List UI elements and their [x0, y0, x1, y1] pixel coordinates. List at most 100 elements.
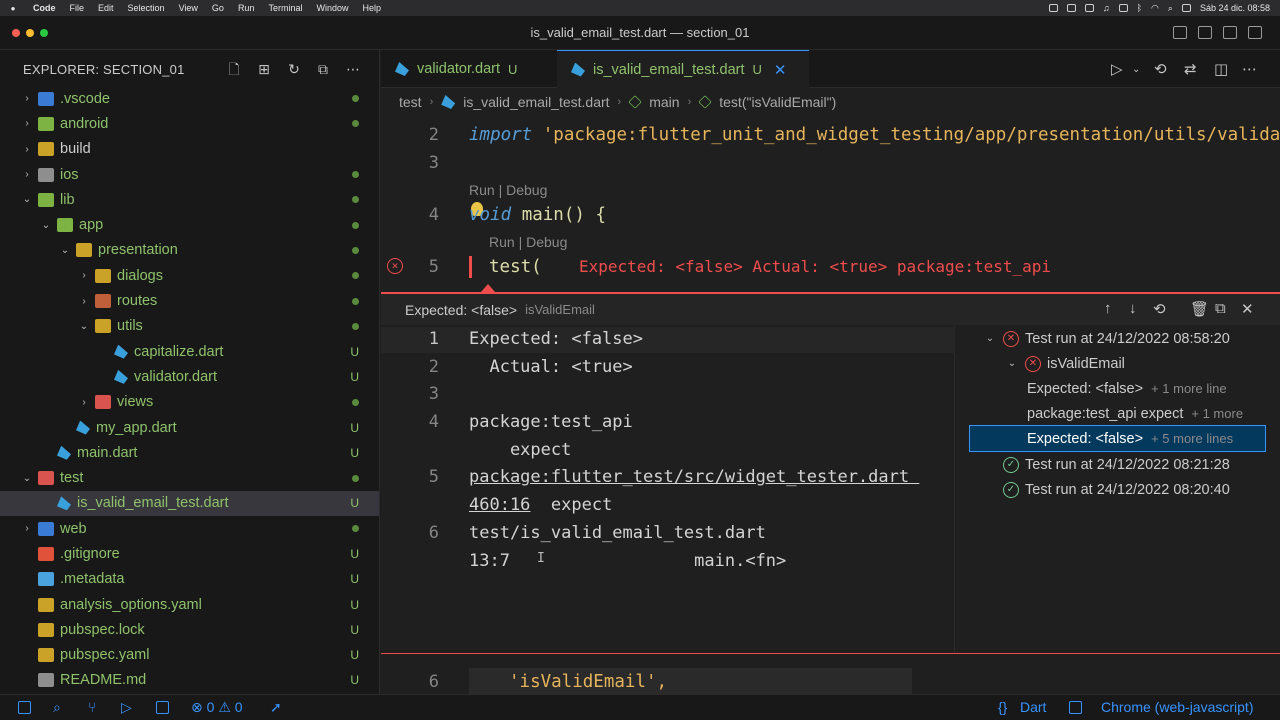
tree-item-vscode[interactable]: › .vscode	[0, 86, 379, 111]
chevron-right-icon[interactable]: ›	[77, 270, 91, 281]
run-dropdown-chevron-icon[interactable]: ⌄	[1132, 64, 1140, 75]
extensions-icon[interactable]	[156, 701, 169, 714]
tree-item-presentation[interactable]: ⌄ presentation	[0, 238, 379, 263]
control-center-icon[interactable]	[1181, 4, 1191, 12]
test-result-item[interactable]: Expected: <false> + 1 more line	[955, 376, 1265, 401]
tree-item-main-dart[interactable]: main.dart U	[0, 440, 379, 465]
chevron-right-icon[interactable]: ›	[20, 118, 34, 129]
tree-item-analysis-options-yaml[interactable]: analysis_options.yaml U	[0, 592, 379, 617]
device-target[interactable]: Chrome (web-javascript)	[1101, 699, 1253, 715]
chevron-down-icon[interactable]: ⌄	[20, 473, 34, 484]
tree-item-test[interactable]: ⌄ test	[0, 465, 379, 490]
tab-is-valid-email-test-dart[interactable]: is_valid_email_test.dart U ✕	[557, 50, 809, 88]
arrow-down-icon[interactable]: ↓	[1129, 300, 1137, 317]
menu-item-help[interactable]: Help	[355, 3, 388, 13]
arrow-up-icon[interactable]: ↑	[1104, 300, 1112, 317]
tree-item-validator-dart[interactable]: validator.dart U	[0, 364, 379, 389]
tree-item-views[interactable]: › views	[0, 390, 379, 415]
apple-icon[interactable]: ●	[0, 4, 26, 13]
peek-message-body[interactable]: 1 Expected: <false> 2 Actual: <true> 3 4 pack…	[381, 325, 955, 653]
tree-item-android[interactable]: › android	[0, 111, 379, 136]
menu-item-view[interactable]: View	[172, 3, 205, 13]
tab-validator-dart[interactable]: validator.dart U	[381, 50, 557, 88]
tree-item-pubspec-lock[interactable]: pubspec.lock U	[0, 617, 379, 642]
tree-item-web[interactable]: › web	[0, 516, 379, 541]
language-mode[interactable]: Dart	[1020, 699, 1046, 715]
search-icon[interactable]: ⌕	[53, 699, 61, 716]
chevron-right-icon[interactable]: ›	[77, 397, 91, 408]
new-file-icon[interactable]: 🗋	[225, 60, 243, 78]
menu-item-go[interactable]: Go	[205, 3, 231, 13]
menu-item-selection[interactable]: Selection	[121, 3, 172, 13]
codelens-run-debug[interactable]: Run | Debug	[469, 182, 547, 198]
tree-item-utils[interactable]: ⌄ utils	[0, 314, 379, 339]
chevron-down-icon[interactable]: ⌄	[983, 333, 997, 344]
copy-icon[interactable]	[18, 701, 31, 714]
run-debug-icon[interactable]: ▷	[121, 699, 132, 716]
chevron-right-icon[interactable]: ›	[20, 523, 34, 534]
menu-item-code[interactable]: Code	[26, 3, 63, 13]
tree-item-routes[interactable]: › routes	[0, 288, 379, 313]
customize-layout-icon[interactable]	[1248, 26, 1262, 39]
menu-item-terminal[interactable]: Terminal	[261, 3, 309, 13]
tree-item-build[interactable]: › build	[0, 137, 379, 162]
problems-status[interactable]: ⊗ 0 ⚠ 0	[191, 699, 243, 716]
tree-item-metadata[interactable]: .metadata U	[0, 567, 379, 592]
new-folder-icon[interactable]: ⊞	[255, 60, 273, 78]
tree-item-ios[interactable]: › ios	[0, 162, 379, 187]
close-tab-icon[interactable]: ✕	[774, 61, 787, 79]
bluetooth-icon[interactable]: ᛒ	[1137, 3, 1142, 13]
chevron-down-icon[interactable]: ⌄	[58, 245, 72, 256]
tree-item-dialogs[interactable]: › dialogs	[0, 263, 379, 288]
open-in-editor-icon[interactable]: ⧉	[1215, 300, 1226, 317]
chevron-right-icon[interactable]: ›	[20, 169, 34, 180]
chevron-down-icon[interactable]: ⌄	[20, 194, 34, 205]
test-result-item[interactable]: package:test_api expect + 1 more	[955, 401, 1265, 426]
collapse-all-icon[interactable]: ⧉	[314, 60, 332, 78]
test-result-item[interactable]: Expected: <false> + 5 more lines	[969, 425, 1266, 452]
battery-icon[interactable]	[1118, 4, 1128, 12]
menu-item-file[interactable]: File	[63, 3, 92, 13]
tree-item-is-valid-email-test-dart[interactable]: is_valid_email_test.dart U	[0, 490, 379, 517]
peek-message-line[interactable]: package:flutter_test/src/widget_tester.d…	[469, 467, 919, 487]
tree-item-gitignore[interactable]: .gitignore U	[0, 541, 379, 566]
chevron-down-icon[interactable]: ⌄	[77, 321, 91, 332]
tree-item-readme-md[interactable]: README.md U	[0, 668, 379, 693]
headphones-icon[interactable]: ♫	[1103, 3, 1110, 13]
toggle-secondary-sidebar-icon[interactable]	[1223, 26, 1237, 39]
close-peek-icon[interactable]: ✕	[1241, 300, 1254, 318]
wifi-icon[interactable]: ◠	[1151, 3, 1159, 14]
test-result-item[interactable]: ✓ Test run at 24/12/2022 08:20:40	[955, 477, 1265, 502]
stack-location-link[interactable]: 460:16	[469, 495, 530, 515]
keyboard-icon[interactable]	[1084, 4, 1094, 12]
editor-more-actions-icon[interactable]: ⋯	[1242, 60, 1257, 78]
menubar-clock[interactable]: Sáb 24 dic. 08:58	[1200, 3, 1270, 13]
more-actions-icon[interactable]: ⋯	[344, 60, 362, 78]
test-result-item[interactable]: ⌄ ✕ Test run at 24/12/2022 08:58:20	[955, 326, 1265, 351]
split-editor-icon[interactable]: ◫	[1214, 60, 1228, 78]
tree-item-lib[interactable]: ⌄ lib	[0, 187, 379, 212]
tree-item-capitalize-dart[interactable]: capitalize.dart U	[0, 339, 379, 364]
test-result-item[interactable]: ✓ Test run at 24/12/2022 08:21:28	[955, 452, 1265, 477]
codelens-run-debug[interactable]: Run | Debug	[489, 234, 567, 250]
spotlight-search-icon[interactable]: ⌕	[1168, 3, 1173, 14]
chevron-right-icon[interactable]: ›	[77, 296, 91, 307]
screen-record-icon[interactable]	[1048, 4, 1058, 12]
chevron-down-icon[interactable]: ⌄	[39, 220, 53, 231]
trash-icon[interactable]: 🗑	[1190, 300, 1209, 318]
run-test-icon[interactable]: ▷	[1111, 60, 1123, 78]
refresh-icon[interactable]: ↻	[285, 60, 303, 78]
display-icon[interactable]	[1066, 4, 1076, 12]
timeline-icon[interactable]: ⟲	[1154, 60, 1167, 78]
menu-item-edit[interactable]: Edit	[91, 3, 121, 13]
source-control-icon[interactable]: ⑂	[88, 699, 96, 715]
live-share-icon[interactable]: ➚	[270, 699, 282, 716]
chevron-right-icon[interactable]: ›	[20, 144, 34, 155]
breadcrumb-item[interactable]: test	[399, 94, 422, 110]
menu-item-run[interactable]: Run	[231, 3, 262, 13]
tree-item-app[interactable]: ⌄ app	[0, 212, 379, 237]
code-editor-continued[interactable]: 6 'isValidEmail',	[381, 653, 1280, 694]
compare-changes-icon[interactable]: ⇄	[1184, 60, 1197, 78]
code-editor[interactable]: 2 import 'package:flutter_unit_and_widge…	[381, 116, 1280, 292]
breadcrumb-item[interactable]: is_valid_email_test.dart	[463, 94, 609, 110]
